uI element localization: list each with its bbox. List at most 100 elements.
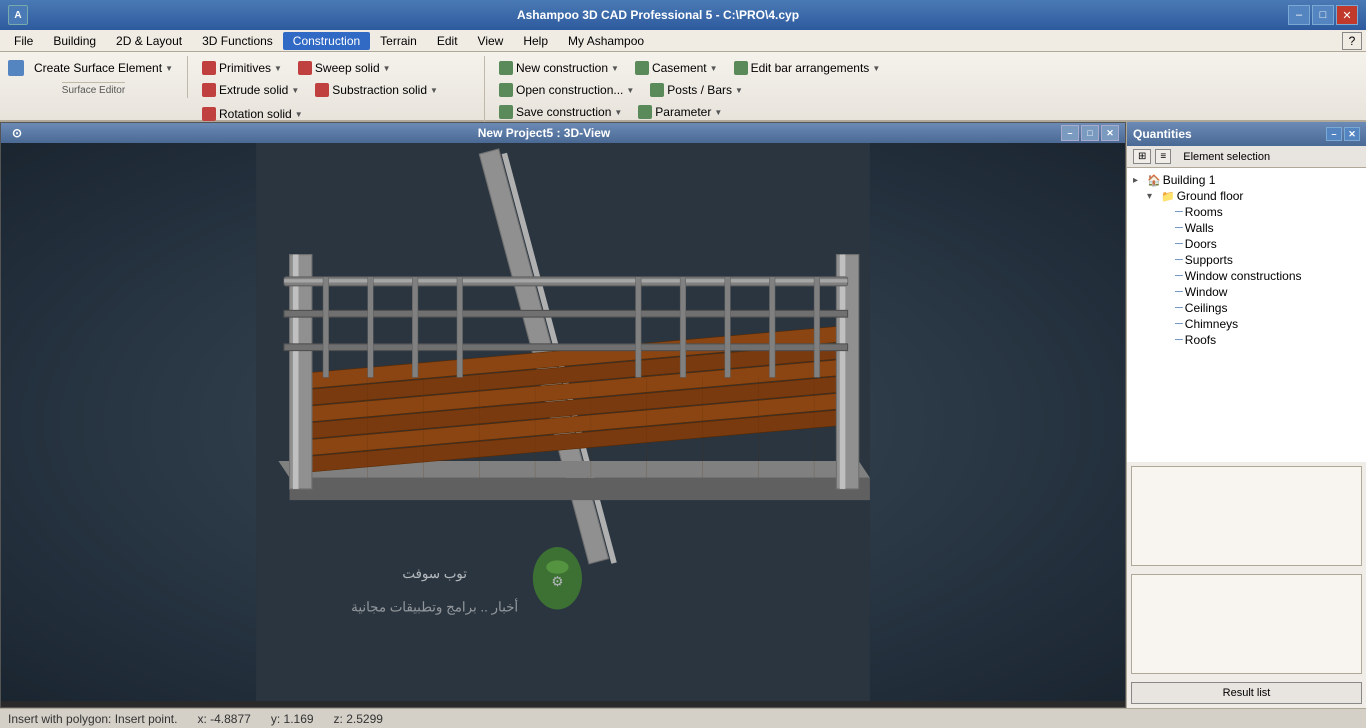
- new-construction-icon: [499, 61, 513, 75]
- panel-titlebar: Quantities – ✕: [1127, 122, 1366, 146]
- status-z: z: 2.5299: [334, 712, 383, 726]
- tree-walls[interactable]: ─ Walls: [1159, 220, 1362, 236]
- edit-bar-btn[interactable]: Edit bar arrangements ▼: [728, 58, 887, 78]
- result-list-btn[interactable]: Result list: [1131, 682, 1362, 704]
- parameter-icon: [638, 105, 652, 119]
- tree-ceilings[interactable]: ─ Ceilings: [1159, 300, 1362, 316]
- floor-icon: 📁: [1161, 190, 1175, 203]
- menu-help[interactable]: Help: [513, 32, 558, 50]
- tree-root-building[interactable]: ▸ 🏠 Building 1: [1131, 172, 1362, 188]
- posts-bars-btn[interactable]: Posts / Bars ▼: [644, 80, 749, 100]
- menu-3d-functions[interactable]: 3D Functions: [192, 32, 283, 50]
- viewport-maximize-btn[interactable]: □: [1081, 125, 1099, 141]
- menu-construction[interactable]: Construction: [283, 32, 370, 50]
- viewport-titlebar: ⊙ New Project5 : 3D-View – □ ✕: [1, 123, 1125, 143]
- menu-edit[interactable]: Edit: [427, 32, 468, 50]
- parameter-btn[interactable]: Parameter ▼: [632, 102, 728, 122]
- status-x: x: -4.8877: [197, 712, 250, 726]
- tree-building-label: Building 1: [1163, 173, 1216, 187]
- menu-file[interactable]: File: [4, 32, 43, 50]
- edit-bar-icon: [734, 61, 748, 75]
- extrude-icon: [202, 83, 216, 97]
- casement-btn[interactable]: Casement ▼: [629, 58, 724, 78]
- menu-2d-layout[interactable]: 2D & Layout: [106, 32, 192, 50]
- toolbar-group-construction: New construction ▼ Casement ▼ Edit bar a…: [485, 56, 894, 124]
- viewport-minimize-btn[interactable]: –: [1061, 125, 1079, 141]
- help-icon[interactable]: ?: [1342, 32, 1362, 50]
- chimneys-icon: ─: [1175, 318, 1183, 330]
- tree-doors-label: Doors: [1185, 237, 1217, 251]
- tree-wc-label: Window constructions: [1185, 269, 1302, 283]
- open-construction-btn[interactable]: Open construction... ▼: [493, 80, 640, 100]
- tree-supports[interactable]: ─ Supports: [1159, 252, 1362, 268]
- tree-chimneys[interactable]: ─ Chimneys: [1159, 316, 1362, 332]
- preview-area-1: [1131, 466, 1362, 566]
- title-bar-controls: – □ ✕: [1288, 5, 1358, 25]
- menu-terrain[interactable]: Terrain: [370, 32, 427, 50]
- toolbar-3d-buttons: Primitives ▼ Sweep solid ▼: [196, 58, 476, 78]
- panel-controls: – ✕: [1326, 127, 1360, 141]
- menu-myashampoo[interactable]: My Ashampoo: [558, 32, 654, 50]
- panel-close-btn[interactable]: ✕: [1344, 127, 1360, 141]
- sweep-solid-btn[interactable]: Sweep solid ▼: [292, 58, 397, 78]
- maximize-button[interactable]: □: [1312, 5, 1334, 25]
- panel-filter-label: Element selection: [1183, 151, 1270, 163]
- app-icon: A: [8, 5, 28, 25]
- tree-children: ▾ 📁 Ground floor ─ Rooms ─ Walls: [1145, 188, 1362, 348]
- tree-window-label: Window: [1185, 285, 1228, 299]
- rooms-icon: ─: [1175, 206, 1183, 218]
- status-bar: Insert with polygon: Insert point. x: -4…: [0, 708, 1366, 728]
- toolbar-3d-buttons-2: Extrude solid ▼ Substraction solid ▼ Rot…: [196, 80, 476, 124]
- toolbar-group-surface: Create Surface Element ▼ Surface Editor: [4, 56, 188, 98]
- svg-text:توب سوفت: توب سوفت: [402, 566, 467, 582]
- new-construction-btn[interactable]: New construction ▼: [493, 58, 625, 78]
- quantities-panel: Quantities – ✕ ⊞ ≡ Element selection ▸ 🏠…: [1126, 122, 1366, 708]
- preview-area-2: [1131, 574, 1362, 674]
- minimize-button[interactable]: –: [1288, 5, 1310, 25]
- tree-toggle-ground: ▾: [1147, 191, 1159, 202]
- svg-text:أخبار .. برامج وتطبيقات مجانية: أخبار .. برامج وتطبيقات مجانية: [351, 599, 518, 616]
- viewport-content: توب سوفت أخبار .. برامج وتطبيقات مجانية …: [1, 143, 1125, 701]
- doors-icon: ─: [1175, 238, 1183, 250]
- tree-ground-label: Ground floor: [1177, 189, 1244, 203]
- status-y: y: 1.169: [271, 712, 314, 726]
- primitives-btn[interactable]: Primitives ▼: [196, 58, 288, 78]
- surface-icon: [8, 60, 24, 76]
- save-construction-btn[interactable]: Save construction ▼: [493, 102, 628, 122]
- substraction-btn[interactable]: Substraction solid ▼: [309, 80, 444, 100]
- rotation-icon: [202, 107, 216, 121]
- app-title: Ashampoo 3D CAD Professional 5 - C:\PRO\…: [28, 8, 1288, 22]
- tree-roofs[interactable]: ─ Roofs: [1159, 332, 1362, 348]
- roofs-icon: ─: [1175, 334, 1183, 346]
- menu-bar: File Building 2D & Layout 3D Functions C…: [0, 30, 1366, 52]
- tree-walls-label: Walls: [1185, 221, 1214, 235]
- tree-rooms-label: Rooms: [1185, 205, 1223, 219]
- viewport-controls: – □ ✕: [1061, 125, 1119, 141]
- toolbar-row: Create Surface Element ▼: [8, 58, 179, 78]
- window-icon: ─: [1175, 286, 1183, 298]
- viewport-close-btn[interactable]: ✕: [1101, 125, 1119, 141]
- panel-list-btn[interactable]: ≡: [1155, 149, 1171, 164]
- extrude-btn[interactable]: Extrude solid ▼: [196, 80, 305, 100]
- panel-title: Quantities: [1133, 127, 1192, 141]
- panel-toolbar: ⊞ ≡ Element selection: [1127, 146, 1366, 168]
- tree-window-constructions[interactable]: ─ Window constructions: [1159, 268, 1362, 284]
- menu-view[interactable]: View: [468, 32, 514, 50]
- close-button[interactable]: ✕: [1336, 5, 1358, 25]
- sweep-icon: [298, 61, 312, 75]
- status-message: Insert with polygon: Insert point.: [8, 712, 177, 726]
- panel-grid-btn[interactable]: ⊞: [1133, 149, 1151, 164]
- create-surface-btn[interactable]: Create Surface Element ▼: [28, 58, 179, 78]
- tree-window[interactable]: ─ Window: [1159, 284, 1362, 300]
- main-area: ⊙ New Project5 : 3D-View – □ ✕: [0, 122, 1366, 708]
- tree-rooms[interactable]: ─ Rooms: [1159, 204, 1362, 220]
- tree-doors[interactable]: ─ Doors: [1159, 236, 1362, 252]
- rotation-btn[interactable]: Rotation solid ▼: [196, 104, 309, 124]
- tree-supports-label: Supports: [1185, 253, 1233, 267]
- save-construction-icon: [499, 105, 513, 119]
- menu-building[interactable]: Building: [43, 32, 106, 50]
- tree-ground-floor[interactable]: ▾ 📁 Ground floor: [1145, 188, 1362, 204]
- panel-minimize-btn[interactable]: –: [1326, 127, 1342, 141]
- open-construction-icon: [499, 83, 513, 97]
- walls-icon: ─: [1175, 222, 1183, 234]
